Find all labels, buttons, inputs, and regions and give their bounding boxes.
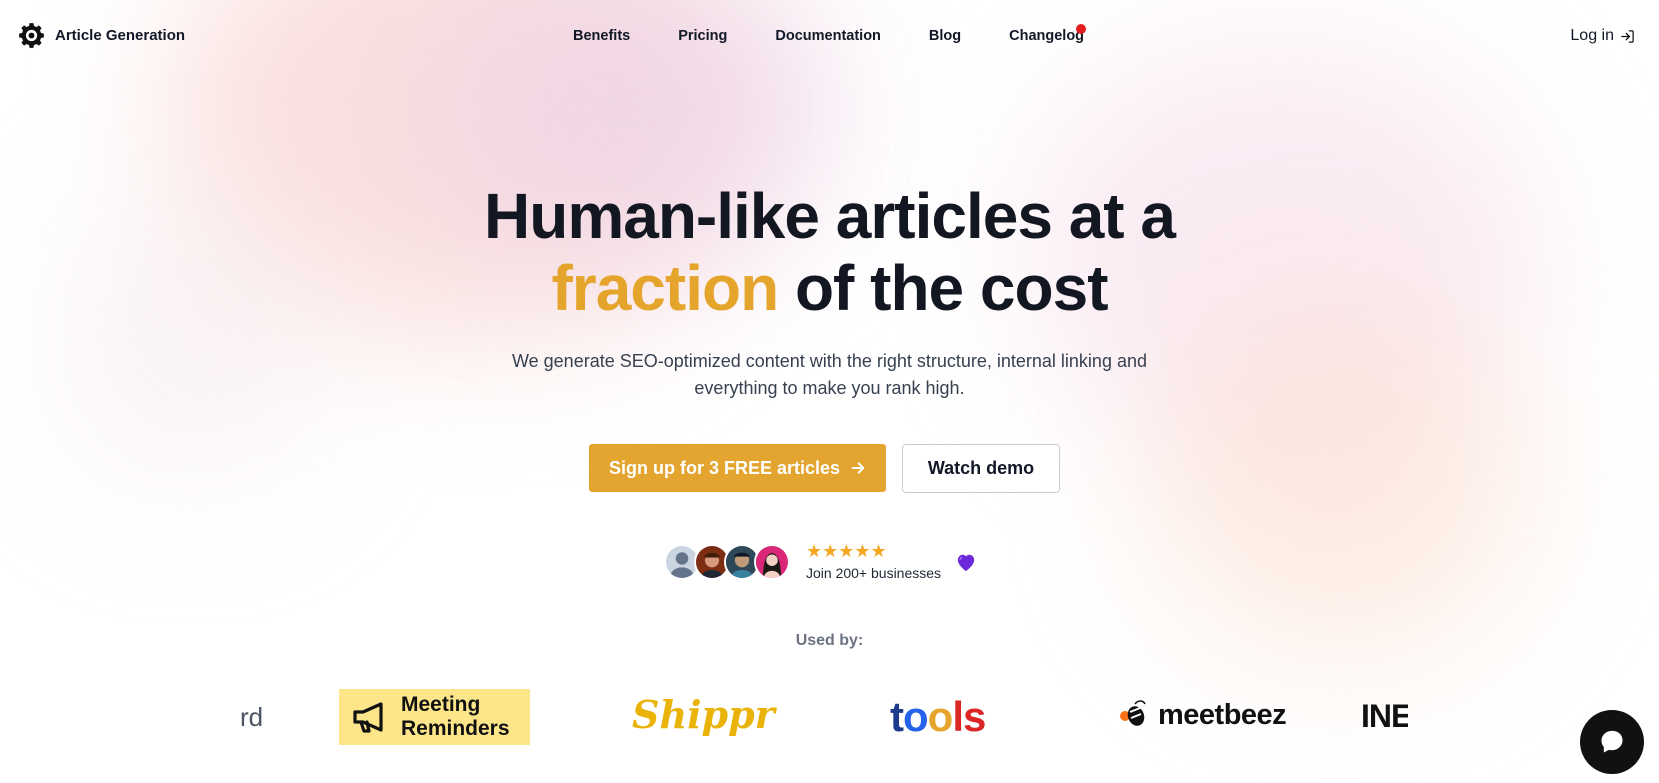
rating-block: ★★★★★ Join 200+ businesses	[806, 542, 941, 581]
nav-documentation[interactable]: Documentation	[775, 28, 881, 44]
logo-tools: tools	[890, 693, 986, 741]
signup-button-label: Sign up for 3 FREE articles	[608, 457, 841, 478]
login-label: Log in	[1570, 27, 1614, 44]
logo-meeting-text: Meeting Reminders	[401, 693, 510, 741]
watch-demo-button[interactable]: Watch demo	[902, 444, 1060, 493]
used-by-label: Used by:	[795, 632, 864, 649]
logo-shippr: Shippr	[632, 692, 775, 737]
megaphone-icon	[353, 702, 383, 733]
brand-name: Article Generation	[55, 27, 186, 44]
logo-partial-right: INE	[1361, 698, 1408, 734]
chat-bubble-icon	[1601, 730, 1623, 753]
top-navbar: Article Generation Benefits Pricing Docu…	[0, 0, 1659, 74]
join-text: Join 200+ businesses	[806, 565, 942, 581]
logo-meeting-line1: Meeting	[401, 693, 481, 716]
nav-blog[interactable]: Blog	[929, 28, 961, 44]
hero-title: Human-like articles at a fraction of the…	[0, 180, 1659, 324]
hero-title-line1: Human-like articles at a	[484, 180, 1176, 252]
avatar	[754, 543, 790, 580]
cta-group: Sign up for 3 FREE articles Watch demo	[589, 444, 1060, 493]
nav-changelog-label: Changelog	[1009, 28, 1085, 44]
login-link[interactable]: Log in	[1570, 27, 1635, 45]
logo-tools-letter: o	[927, 693, 954, 740]
hero-subtitle: We generate SEO-optimized content with t…	[511, 351, 1147, 398]
social-proof: ★★★★★ Join 200+ businesses	[664, 542, 977, 581]
star-rating: ★★★★★	[806, 541, 887, 561]
logo-tools-letter: l	[952, 693, 964, 740]
gear-icon	[19, 23, 44, 48]
brand-link[interactable]: Article Generation	[18, 22, 185, 49]
signup-button[interactable]: Sign up for 3 FREE articles	[589, 444, 886, 492]
logo-tools-letter: s	[962, 693, 986, 740]
hero-section: Human-like articles at a fraction of the…	[0, 180, 1659, 402]
logo-tools-letter: o	[903, 693, 929, 740]
hero-title-line2: of the cost	[778, 252, 1109, 324]
log-in-icon	[1621, 29, 1634, 43]
nav-benefits[interactable]: Benefits	[573, 28, 630, 44]
logo-meeting-reminders: Meeting Reminders	[339, 689, 530, 745]
hero-title-accent: fraction	[551, 252, 779, 324]
logo-meeting-line2: Reminders	[401, 717, 510, 740]
bee-icon	[1120, 700, 1146, 726]
logo-meetbeez-text: meetbeez	[1158, 698, 1287, 731]
nav-changelog[interactable]: Changelog	[1009, 24, 1087, 44]
purple-heart-icon	[957, 554, 975, 571]
logo-meetbeez: meetbeez	[1118, 698, 1287, 732]
chat-widget-button[interactable]	[1580, 710, 1644, 774]
logo-partial-left: rd	[240, 702, 264, 732]
avatar-stack	[664, 543, 790, 580]
nav-pricing[interactable]: Pricing	[678, 28, 727, 44]
arrow-right-icon	[851, 462, 865, 474]
notification-dot	[1076, 24, 1087, 34]
logo-tools-letter: t	[890, 693, 904, 740]
main-nav: Benefits Pricing Documentation Blog Chan…	[573, 24, 1087, 44]
customer-logos: rd Meeting Reminders Shippr tools meetbe…	[230, 686, 1408, 748]
